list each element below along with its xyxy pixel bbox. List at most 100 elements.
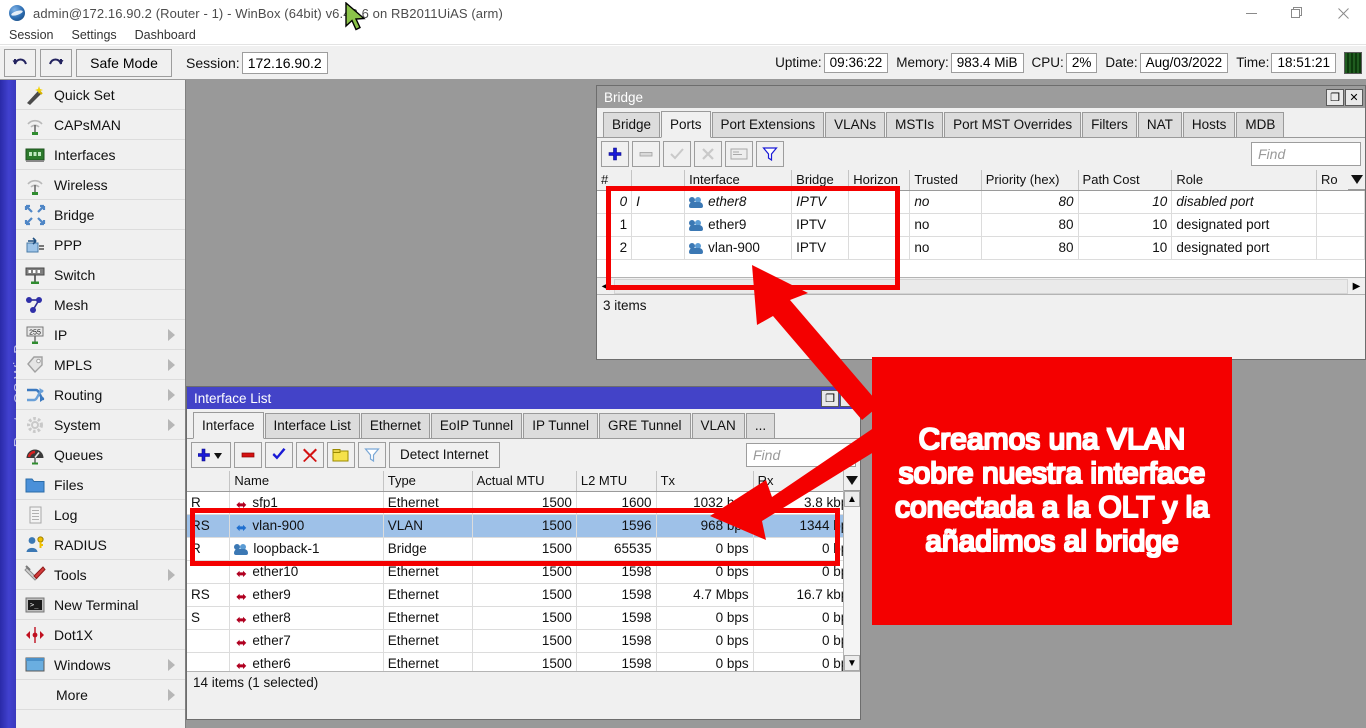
- bridge-filter-button[interactable]: [756, 141, 784, 167]
- menu-settings[interactable]: Settings: [62, 26, 125, 44]
- interface-tab-eoip-tunnel[interactable]: EoIP Tunnel: [431, 413, 522, 438]
- bridge-table-row[interactable]: 0Iether8IPTVno8010disabled port: [597, 190, 1365, 213]
- close-button[interactable]: [1320, 0, 1366, 26]
- bridge-tab-port-mst-overrides[interactable]: Port MST Overrides: [944, 112, 1081, 137]
- bridge-close-button[interactable]: ✕: [1345, 89, 1363, 106]
- interface-close-button[interactable]: ✕: [840, 390, 858, 407]
- bridge-horizontal-scrollbar[interactable]: ◀ ▶: [597, 277, 1365, 294]
- bridge-comment-button[interactable]: [725, 141, 753, 167]
- sidebar-item-ppp[interactable]: PPP: [16, 230, 185, 260]
- interface-enable-button[interactable]: [265, 442, 293, 468]
- interface-window-titlebar[interactable]: Interface List ❐ ✕: [187, 387, 860, 409]
- sidebar-item-dot1x[interactable]: Dot1X: [16, 620, 185, 650]
- safe-mode-button[interactable]: Safe Mode: [76, 49, 172, 77]
- sidebar-item-interfaces[interactable]: Interfaces: [16, 140, 185, 170]
- bridge-column-header[interactable]: Priority (hex): [981, 170, 1078, 190]
- menu-dashboard[interactable]: Dashboard: [126, 26, 205, 44]
- bridge-column-header[interactable]: Interface: [685, 170, 792, 190]
- interface-disable-button[interactable]: [296, 442, 324, 468]
- bridge-scroll-left-icon[interactable]: ◀: [597, 279, 614, 294]
- bridge-find-input[interactable]: Find: [1251, 142, 1361, 166]
- sidebar-item-mpls[interactable]: MPLS: [16, 350, 185, 380]
- sidebar-item-wireless[interactable]: Wireless: [16, 170, 185, 200]
- sidebar-item-switch[interactable]: Switch: [16, 260, 185, 290]
- sidebar-item-quick-set[interactable]: Quick Set: [16, 80, 185, 110]
- bridge-tab-vlans[interactable]: VLANs: [825, 112, 885, 137]
- interface-tab-ethernet[interactable]: Ethernet: [361, 413, 430, 438]
- interface-column-header[interactable]: Tx: [656, 471, 753, 491]
- redo-arrow-icon[interactable]: [40, 49, 72, 77]
- interface-tab--[interactable]: ...: [746, 413, 775, 438]
- interface-table-row[interactable]: S⬌ether8Ethernet150015980 bps0 bps: [187, 606, 860, 629]
- interface-table-row[interactable]: RS⬌vlan-900VLAN15001596968 bps1344 bps: [187, 514, 860, 537]
- sidebar-item-queues[interactable]: Queues: [16, 440, 185, 470]
- interface-column-header[interactable]: Name: [230, 471, 383, 491]
- sidebar-item-new-terminal[interactable]: >_New Terminal: [16, 590, 185, 620]
- sidebar-item-radius[interactable]: RADIUS: [16, 530, 185, 560]
- bridge-tab-hosts[interactable]: Hosts: [1183, 112, 1236, 137]
- bridge-column-header[interactable]: Horizon: [849, 170, 910, 190]
- minimize-button[interactable]: [1228, 0, 1274, 26]
- bridge-restore-button[interactable]: ❐: [1326, 89, 1344, 106]
- bridge-column-header[interactable]: Path Cost: [1078, 170, 1172, 190]
- interface-tab-interface[interactable]: Interface: [193, 412, 264, 439]
- interface-vertical-scrollbar[interactable]: ▲ ▼: [843, 471, 860, 671]
- bridge-tab-filters[interactable]: Filters: [1082, 112, 1137, 137]
- interface-scroll-up-icon[interactable]: ▲: [844, 491, 860, 507]
- interface-tab-vlan[interactable]: VLAN: [692, 413, 745, 438]
- interface-table-row[interactable]: Rloopback-1Bridge1500655350 bps0 bps: [187, 537, 860, 560]
- bridge-column-header[interactable]: Bridge: [792, 170, 849, 190]
- bridge-add-button[interactable]: [601, 141, 629, 167]
- bridge-scroll-track[interactable]: [614, 279, 1348, 294]
- bridge-column-header[interactable]: Role: [1172, 170, 1317, 190]
- interface-tab-ip-tunnel[interactable]: IP Tunnel: [523, 413, 598, 438]
- bridge-tab-nat[interactable]: NAT: [1138, 112, 1182, 137]
- sidebar-item-tools[interactable]: Tools: [16, 560, 185, 590]
- bridge-window-titlebar[interactable]: Bridge ❐ ✕: [597, 86, 1365, 108]
- interface-table-row[interactable]: ⬌ether10Ethernet150015980 bps0 bps: [187, 560, 860, 583]
- bridge-enable-button[interactable]: [663, 141, 691, 167]
- sidebar-item-files[interactable]: Files: [16, 470, 185, 500]
- bridge-tab-mstis[interactable]: MSTIs: [886, 112, 943, 137]
- bridge-column-menu-button[interactable]: [1348, 170, 1365, 190]
- detect-internet-button[interactable]: Detect Internet: [389, 442, 500, 468]
- bridge-column-header[interactable]: Trusted: [910, 170, 981, 190]
- bridge-column-header[interactable]: [632, 170, 685, 190]
- interface-table-row[interactable]: ⬌ether6Ethernet150015980 bps0 bps: [187, 652, 860, 671]
- interface-scroll-down-icon[interactable]: ▼: [844, 655, 860, 671]
- interface-column-header[interactable]: L2 MTU: [576, 471, 656, 491]
- interface-filter-button[interactable]: [358, 442, 386, 468]
- bridge-disable-button[interactable]: [694, 141, 722, 167]
- sidebar-item-more[interactable]: More: [16, 680, 185, 710]
- interface-tab-gre-tunnel[interactable]: GRE Tunnel: [599, 413, 691, 438]
- interface-table-row[interactable]: RS⬌ether9Ethernet150015984.7 Mbps16.7 kb…: [187, 583, 860, 606]
- bridge-column-header[interactable]: #: [597, 170, 632, 190]
- sidebar-item-bridge[interactable]: Bridge: [16, 200, 185, 230]
- sidebar-item-windows[interactable]: Windows: [16, 650, 185, 680]
- sidebar-item-capsman[interactable]: CAPsMAN: [16, 110, 185, 140]
- sidebar-item-ip[interactable]: 255IP: [16, 320, 185, 350]
- bridge-remove-button[interactable]: [632, 141, 660, 167]
- interface-tab-interface-list[interactable]: Interface List: [265, 413, 360, 438]
- bridge-tab-bridge[interactable]: Bridge: [603, 112, 660, 137]
- bridge-tab-mdb[interactable]: MDB: [1236, 112, 1284, 137]
- bridge-scroll-right-icon[interactable]: ▶: [1348, 279, 1365, 294]
- interface-find-input[interactable]: Find: [746, 443, 856, 467]
- maximize-button[interactable]: [1274, 0, 1320, 26]
- interface-restore-button[interactable]: ❐: [821, 390, 839, 407]
- interface-column-header[interactable]: Actual MTU: [472, 471, 576, 491]
- interface-table-row[interactable]: ⬌ether7Ethernet150015980 bps0 bps: [187, 629, 860, 652]
- interface-column-menu-button[interactable]: [844, 471, 861, 491]
- interface-remove-button[interactable]: [234, 442, 262, 468]
- interface-add-button[interactable]: [191, 442, 231, 468]
- interface-column-header[interactable]: [187, 471, 230, 491]
- sidebar-item-routing[interactable]: Routing: [16, 380, 185, 410]
- interface-column-header[interactable]: Type: [383, 471, 472, 491]
- interface-comment-button[interactable]: [327, 442, 355, 468]
- interface-scroll-track[interactable]: [844, 507, 860, 655]
- bridge-tab-ports[interactable]: Ports: [661, 111, 711, 138]
- bridge-tab-port-extensions[interactable]: Port Extensions: [712, 112, 825, 137]
- menu-session[interactable]: Session: [0, 26, 62, 44]
- sidebar-item-system[interactable]: System: [16, 410, 185, 440]
- bridge-table-row[interactable]: 2vlan-900IPTVno8010designated port: [597, 236, 1365, 259]
